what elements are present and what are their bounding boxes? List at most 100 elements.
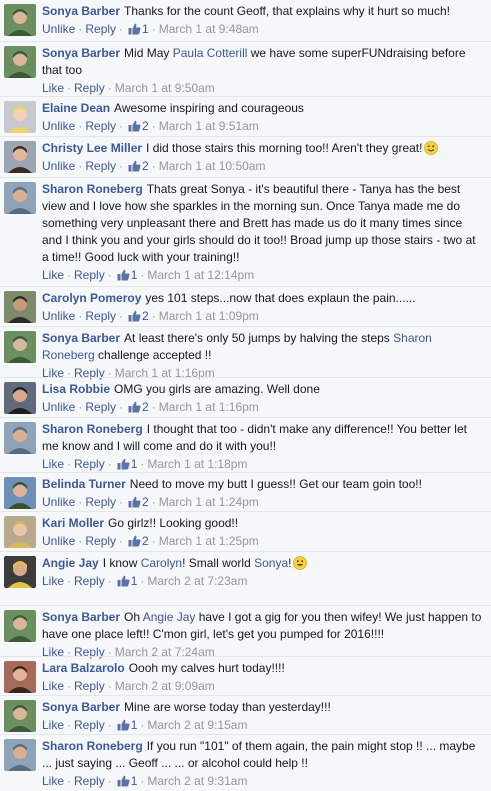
- comment-author-link[interactable]: Sonya Barber: [42, 46, 120, 60]
- comment-author-link[interactable]: Lara Balzarolo: [42, 661, 125, 675]
- avatar-sharon[interactable]: [4, 739, 36, 771]
- like-button[interactable]: Like: [42, 679, 64, 693]
- like-button[interactable]: Like: [42, 574, 64, 588]
- thumbs-up-icon[interactable]: [128, 160, 141, 172]
- comment-timestamp[interactable]: March 1 at 9:51am: [159, 119, 259, 133]
- comment-author-link[interactable]: Belinda Turner: [42, 477, 126, 491]
- like-count[interactable]: 2: [142, 119, 149, 133]
- like-button[interactable]: Like: [42, 718, 64, 732]
- unlike-button[interactable]: Unlike: [42, 534, 75, 548]
- comment-author-link[interactable]: Christy Lee Miller: [42, 141, 142, 155]
- like-count[interactable]: 1: [131, 574, 138, 588]
- thumbs-up-icon[interactable]: [117, 575, 130, 587]
- like-count[interactable]: 1: [131, 774, 138, 788]
- reply-button[interactable]: Reply: [85, 159, 116, 173]
- reply-button[interactable]: Reply: [85, 495, 116, 509]
- reply-button[interactable]: Reply: [74, 574, 105, 588]
- avatar-sonya[interactable]: [4, 4, 36, 36]
- comment-timestamp[interactable]: March 1 at 1:18pm: [147, 457, 247, 471]
- avatar-elaine[interactable]: [4, 101, 36, 133]
- like-count[interactable]: 1: [142, 22, 149, 36]
- thumbs-up-icon[interactable]: [117, 719, 130, 731]
- comment-author-link[interactable]: Sonya Barber: [42, 610, 120, 624]
- avatar-carolyn[interactable]: [4, 291, 36, 323]
- comment-timestamp[interactable]: March 2 at 7:23am: [147, 574, 247, 588]
- thumbs-up-icon[interactable]: [128, 310, 141, 322]
- reply-button[interactable]: Reply: [85, 119, 116, 133]
- like-button[interactable]: Like: [42, 774, 64, 788]
- comment-author-link[interactable]: Elaine Dean: [42, 101, 110, 115]
- comment-author-link[interactable]: Sharon Roneberg: [42, 182, 143, 196]
- unlike-button[interactable]: Unlike: [42, 400, 75, 414]
- comment-author-link[interactable]: Carolyn Pomeroy: [42, 291, 141, 305]
- comment-author-link[interactable]: Sharon Roneberg: [42, 422, 143, 436]
- avatar-belinda[interactable]: [4, 477, 36, 509]
- avatar-lara[interactable]: [4, 661, 36, 693]
- mention-link[interactable]: Angie Jay: [143, 610, 196, 624]
- reply-button[interactable]: Reply: [74, 679, 105, 693]
- reply-button[interactable]: Reply: [85, 400, 116, 414]
- avatar-sharon[interactable]: [4, 182, 36, 214]
- comment-author-link[interactable]: Lisa Robbie: [42, 382, 110, 396]
- reply-button[interactable]: Reply: [85, 309, 116, 323]
- comment-author-link[interactable]: Sonya Barber: [42, 331, 120, 345]
- mention-link[interactable]: Carolyn: [141, 556, 182, 570]
- avatar-sonya[interactable]: [4, 610, 36, 642]
- thumbs-up-icon[interactable]: [117, 458, 130, 470]
- avatar-christy[interactable]: [4, 141, 36, 173]
- avatar-kari[interactable]: [4, 516, 36, 548]
- thumbs-up-icon[interactable]: [128, 535, 141, 547]
- comment-timestamp[interactable]: March 2 at 9:09am: [115, 679, 215, 693]
- avatar-sonya[interactable]: [4, 331, 36, 363]
- thumbs-up-icon[interactable]: [128, 496, 141, 508]
- thumbs-up-icon[interactable]: [128, 23, 141, 35]
- comment-timestamp[interactable]: March 2 at 9:15am: [147, 718, 247, 732]
- comment-timestamp[interactable]: March 1 at 1:25pm: [159, 534, 259, 548]
- reply-button[interactable]: Reply: [74, 774, 105, 788]
- like-count[interactable]: 1: [131, 457, 138, 471]
- unlike-button[interactable]: Unlike: [42, 495, 75, 509]
- comment-author-link[interactable]: Sonya Barber: [42, 4, 120, 18]
- avatar-sharon[interactable]: [4, 422, 36, 454]
- like-count[interactable]: 1: [131, 718, 138, 732]
- like-count[interactable]: 2: [142, 159, 149, 173]
- comment-author-link[interactable]: Sonya Barber: [42, 700, 120, 714]
- like-button[interactable]: Like: [42, 268, 64, 282]
- unlike-button[interactable]: Unlike: [42, 119, 75, 133]
- thumbs-up-icon[interactable]: [117, 775, 130, 787]
- comment-timestamp[interactable]: March 1 at 12:14pm: [147, 268, 254, 282]
- unlike-button[interactable]: Unlike: [42, 159, 75, 173]
- like-count[interactable]: 2: [142, 534, 149, 548]
- thumbs-up-icon[interactable]: [128, 120, 141, 132]
- comment-timestamp[interactable]: March 1 at 1:09pm: [159, 309, 259, 323]
- comment-timestamp[interactable]: March 1 at 10:50am: [159, 159, 266, 173]
- comment-timestamp[interactable]: March 2 at 9:31am: [147, 774, 247, 788]
- comment-timestamp[interactable]: March 1 at 1:16pm: [159, 400, 259, 414]
- unlike-button[interactable]: Unlike: [42, 22, 75, 36]
- unlike-button[interactable]: Unlike: [42, 309, 75, 323]
- like-count[interactable]: 2: [142, 495, 149, 509]
- avatar-sonya[interactable]: [4, 700, 36, 732]
- comment-timestamp[interactable]: March 1 at 9:48am: [159, 22, 259, 36]
- reply-button[interactable]: Reply: [74, 268, 105, 282]
- mention-link[interactable]: Sonya: [254, 556, 288, 570]
- comment-author-link[interactable]: Kari Moller: [42, 516, 104, 530]
- thumbs-up-icon[interactable]: [128, 401, 141, 413]
- avatar-lisa[interactable]: [4, 382, 36, 414]
- reply-button[interactable]: Reply: [74, 718, 105, 732]
- avatar-sonya[interactable]: [4, 46, 36, 78]
- mention-link[interactable]: Paula Cotterill: [173, 46, 248, 60]
- like-count[interactable]: 1: [131, 268, 138, 282]
- reply-button[interactable]: Reply: [74, 81, 105, 95]
- like-count[interactable]: 2: [142, 400, 149, 414]
- comment-author-link[interactable]: Angie Jay: [42, 556, 99, 570]
- thumbs-up-icon[interactable]: [117, 269, 130, 281]
- like-count[interactable]: 2: [142, 309, 149, 323]
- comment-timestamp[interactable]: March 1 at 1:24pm: [159, 495, 259, 509]
- avatar-angie[interactable]: [4, 556, 36, 588]
- like-button[interactable]: Like: [42, 457, 64, 471]
- comment-timestamp[interactable]: March 1 at 9:50am: [115, 81, 215, 95]
- reply-button[interactable]: Reply: [85, 22, 116, 36]
- comment-author-link[interactable]: Sharon Roneberg: [42, 739, 143, 753]
- reply-button[interactable]: Reply: [85, 534, 116, 548]
